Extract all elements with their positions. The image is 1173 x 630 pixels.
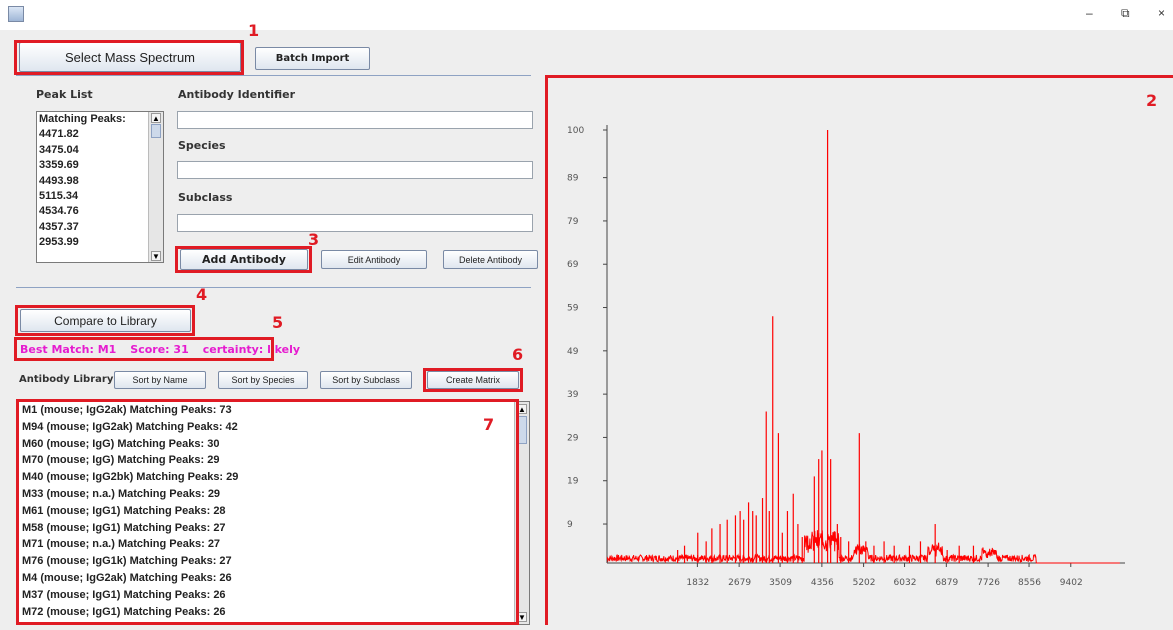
x-tick-label: 7726 xyxy=(977,578,1000,588)
list-item[interactable]: M71 (mouse; n.a.) Matching Peaks: 27 xyxy=(19,536,529,553)
sort-by-species-button[interactable]: Sort by Species xyxy=(218,371,308,389)
create-matrix-button[interactable]: Create Matrix xyxy=(427,371,519,389)
mass-spectrum-chart: 9 19 29 39 49 59 69 79 89 100 1832 2679 3509 4356 5202… xyxy=(567,125,1125,588)
list-item[interactable]: M33 (mouse; n.a.) Matching Peaks: 29 xyxy=(19,486,529,503)
minimize-icon[interactable]: – xyxy=(1086,6,1093,20)
close-icon[interactable]: × xyxy=(1158,6,1165,20)
list-item[interactable]: 4471.82 xyxy=(37,127,163,142)
species-label: Species xyxy=(178,139,226,152)
best-match-text: Best Match: M1 xyxy=(20,343,117,356)
antibody-identifier-field[interactable] xyxy=(177,111,533,129)
x-tick-label: 9402 xyxy=(1060,578,1083,588)
annotation-4: 4 xyxy=(196,285,208,304)
y-tick-label: 100 xyxy=(567,126,584,136)
x-tick-label: 2679 xyxy=(728,578,751,588)
mass-spectrum-chart-panel: 9 19 29 39 49 59 69 79 89 100 1832 2679 3509 4356 5202… xyxy=(547,77,1173,625)
list-item[interactable]: 5115.34 xyxy=(37,189,163,204)
edit-antibody-button[interactable]: Edit Antibody xyxy=(321,250,427,269)
peak-list-scrollbar[interactable]: ▲ ▼ xyxy=(148,112,163,262)
batch-import-button[interactable]: Batch Import xyxy=(255,47,370,70)
list-item[interactable]: 3359.69 xyxy=(37,158,163,173)
list-item[interactable]: 2953.99 xyxy=(37,235,163,250)
list-item[interactable]: M40 (mouse; IgG2bk) Matching Peaks: 29 xyxy=(19,469,529,486)
annotation-1: 1 xyxy=(248,21,260,40)
annotation-5: 5 xyxy=(272,313,284,332)
annotation-2: 2 xyxy=(1146,91,1158,110)
add-antibody-button[interactable]: Add Antibody xyxy=(180,249,308,270)
best-match-info: Best Match: M1 Score: 31 certainty: likely xyxy=(20,343,314,356)
annotation-3: 3 xyxy=(308,230,320,249)
list-item[interactable]: M76 (mouse; IgG1k) Matching Peaks: 27 xyxy=(19,553,529,570)
y-tick-label: 29 xyxy=(567,433,579,443)
antibody-library-label: Antibody Library xyxy=(19,374,114,385)
scroll-down-icon[interactable]: ▼ xyxy=(517,612,527,622)
list-item[interactable]: M60 (mouse; IgG) Matching Peaks: 30 xyxy=(19,436,529,453)
peak-list[interactable]: Matching Peaks: 4471.82 3475.04 3359.69 … xyxy=(36,111,164,263)
java-app-icon xyxy=(8,6,24,22)
scroll-up-icon[interactable]: ▲ xyxy=(517,404,527,414)
list-item[interactable]: 4534.76 xyxy=(37,204,163,219)
list-item[interactable]: M70 (mouse; IgG) Matching Peaks: 29 xyxy=(19,452,529,469)
list-item[interactable]: M94 (mouse; IgG2ak) Matching Peaks: 42 xyxy=(19,419,529,436)
scroll-up-icon[interactable]: ▲ xyxy=(151,113,161,123)
annotation-7: 7 xyxy=(483,415,495,434)
title-bar xyxy=(0,0,1173,30)
annotation-6: 6 xyxy=(512,345,524,364)
y-tick-label: 89 xyxy=(567,174,579,184)
list-item[interactable]: 4357.37 xyxy=(37,220,163,235)
list-item[interactable]: M4 (mouse; IgG2ak) Matching Peaks: 26 xyxy=(19,570,529,587)
list-item[interactable]: M58 (mouse; IgG1) Matching Peaks: 27 xyxy=(19,520,529,537)
subclass-field[interactable] xyxy=(177,214,533,232)
separator-top xyxy=(16,75,531,76)
select-mass-spectrum-button[interactable]: Select Mass Spectrum xyxy=(19,42,241,72)
list-item[interactable]: 4493.98 xyxy=(37,174,163,189)
antibody-identifier-label: Antibody Identifier xyxy=(178,88,296,101)
species-field[interactable] xyxy=(177,161,533,179)
y-tick-label: 9 xyxy=(567,520,573,530)
list-item[interactable]: M72 (mouse; IgG1) Matching Peaks: 26 xyxy=(19,604,529,621)
y-tick-label: 19 xyxy=(567,477,579,487)
x-tick-label: 1832 xyxy=(686,578,709,588)
x-tick-label: 6879 xyxy=(935,578,958,588)
subclass-label: Subclass xyxy=(178,191,233,204)
delete-antibody-button[interactable]: Delete Antibody xyxy=(443,250,538,269)
peak-list-label: Peak List xyxy=(36,88,93,101)
certainty-text: certainty: likely xyxy=(202,343,301,356)
scroll-down-icon[interactable]: ▼ xyxy=(151,251,161,261)
compare-to-library-button[interactable]: Compare to Library xyxy=(20,309,191,332)
separator-middle xyxy=(16,287,531,288)
list-item[interactable]: M61 (mouse; IgG1) Matching Peaks: 28 xyxy=(19,503,529,520)
scroll-thumb[interactable] xyxy=(517,416,527,444)
score-text: Score: 31 xyxy=(130,343,189,356)
y-tick-label: 79 xyxy=(567,217,579,227)
antibody-library-list[interactable]: M1 (mouse; IgG2ak) Matching Peaks: 73 M9… xyxy=(18,401,530,625)
x-tick-label: 5202 xyxy=(853,578,876,588)
sort-by-name-button[interactable]: Sort by Name xyxy=(114,371,206,389)
y-tick-label: 59 xyxy=(567,304,579,314)
list-item[interactable]: 3475.04 xyxy=(37,143,163,158)
x-tick-label: 3509 xyxy=(769,578,792,588)
library-scrollbar[interactable]: ▲ ▼ xyxy=(514,402,529,624)
x-tick-label: 6032 xyxy=(894,578,917,588)
scroll-thumb[interactable] xyxy=(151,124,161,138)
x-tick-label: 8556 xyxy=(1018,578,1041,588)
list-item[interactable]: Matching Peaks: xyxy=(37,112,163,127)
spectrum-baseline xyxy=(606,530,1120,564)
restore-icon[interactable]: ⧉ xyxy=(1121,6,1130,21)
y-tick-label: 69 xyxy=(567,260,579,270)
list-item[interactable]: M1 (mouse; IgG2ak) Matching Peaks: 73 xyxy=(19,402,529,419)
list-item[interactable]: M37 (mouse; IgG1) Matching Peaks: 26 xyxy=(19,587,529,604)
y-tick-label: 49 xyxy=(567,347,579,357)
x-tick-label: 4356 xyxy=(811,578,834,588)
y-tick-label: 39 xyxy=(567,390,579,400)
sort-by-subclass-button[interactable]: Sort by Subclass xyxy=(320,371,412,389)
